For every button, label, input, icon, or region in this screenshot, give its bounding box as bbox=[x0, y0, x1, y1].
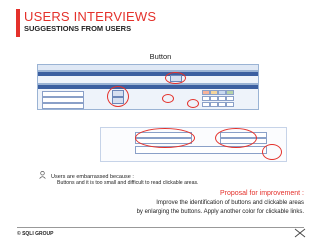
proposal-title: Proposal for improvement : bbox=[219, 190, 304, 197]
note-detail: Buttons and it is too small and difficul… bbox=[57, 180, 199, 186]
highlight-circle-3 bbox=[162, 94, 174, 103]
title-accent-bar bbox=[16, 9, 20, 37]
proposal-line-1: Improve the identification of buttons an… bbox=[156, 200, 304, 206]
grid-cell[interactable] bbox=[226, 102, 234, 107]
highlight-circle-7 bbox=[262, 144, 282, 160]
panel-header bbox=[38, 72, 258, 76]
highlight-circle-5 bbox=[135, 128, 195, 148]
app-screenshot bbox=[37, 64, 294, 208]
highlight-circle-1 bbox=[165, 72, 186, 84]
panel-header bbox=[38, 85, 258, 89]
grid-cell[interactable] bbox=[202, 96, 210, 101]
highlight-circle-4 bbox=[187, 99, 199, 108]
slide-subtitle: SUGGESTIONS FROM USERS bbox=[24, 24, 132, 33]
grid-cell[interactable] bbox=[218, 90, 226, 95]
grid-cell[interactable] bbox=[202, 102, 210, 107]
search-panel-1 bbox=[37, 71, 259, 84]
grid-cell[interactable] bbox=[218, 96, 226, 101]
section-title: Button bbox=[149, 52, 172, 61]
grid-cell[interactable] bbox=[202, 90, 210, 95]
info-banner bbox=[37, 64, 259, 71]
field-3[interactable] bbox=[42, 103, 84, 109]
user-icon bbox=[39, 171, 46, 179]
highlight-circle-6 bbox=[215, 128, 257, 148]
slide-title: USERS INTERVIEWS bbox=[24, 9, 157, 24]
grid-cell[interactable] bbox=[226, 96, 234, 101]
slide: USERS INTERVIEWS SUGGESTIONS FROM USERS … bbox=[0, 0, 321, 244]
proposal-line-2: by enlarging the buttons. Apply another … bbox=[136, 209, 304, 215]
grid-cell[interactable] bbox=[218, 102, 226, 107]
footer-copyright: © SQLI GROUP bbox=[17, 231, 54, 237]
footer-divider bbox=[17, 227, 304, 228]
grid-cell[interactable] bbox=[226, 90, 234, 95]
highlight-circle-2 bbox=[107, 86, 129, 107]
grid-cell[interactable] bbox=[210, 102, 218, 107]
corner-mark-icon bbox=[294, 228, 306, 238]
grid-cell[interactable] bbox=[210, 90, 218, 95]
grid-cell[interactable] bbox=[210, 96, 218, 101]
